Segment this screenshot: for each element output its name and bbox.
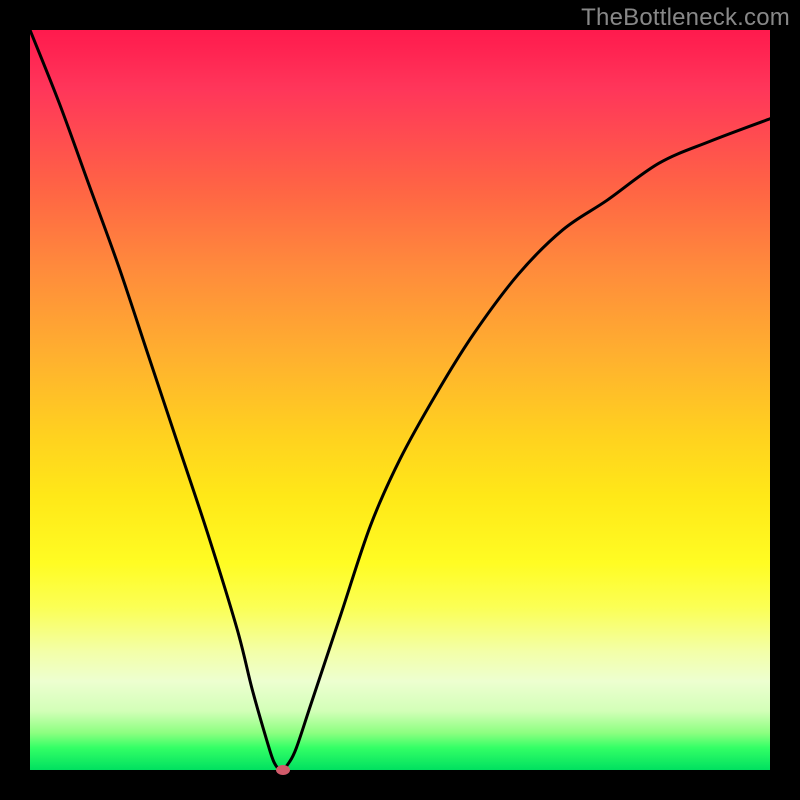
minimum-marker-dot xyxy=(276,765,290,775)
bottleneck-curve-path xyxy=(30,30,770,770)
watermark-text: TheBottleneck.com xyxy=(581,4,790,32)
chart-plot-area xyxy=(30,30,770,770)
curve-svg xyxy=(30,30,770,770)
